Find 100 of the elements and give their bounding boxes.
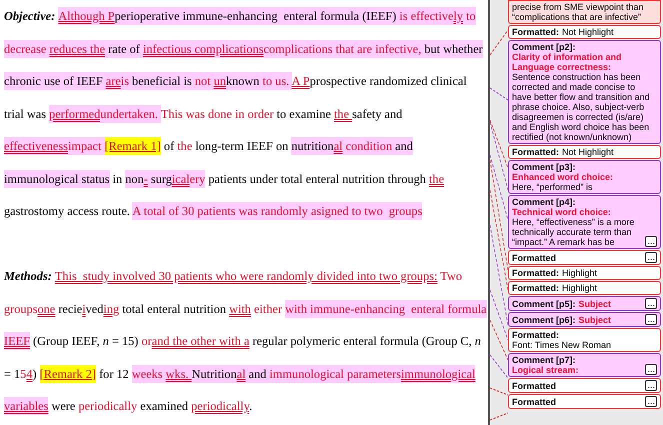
revised-text: 5	[20, 366, 26, 382]
inserted-text: the	[334, 106, 350, 122]
comment-title: Enhanced word choice:	[512, 172, 614, 182]
inserted-text: and the other with	[152, 333, 242, 350]
comment-title: Logical stream:	[512, 365, 579, 375]
body-text: gastrostomy access route.	[4, 203, 132, 220]
body-text: examined	[139, 398, 190, 415]
body-text: (Group IEEF, n = 15)	[32, 333, 140, 350]
balloon-label: Comment [p3]:	[512, 162, 576, 172]
balloon-label: Formatted:	[512, 283, 559, 293]
revised-text: groups	[4, 300, 38, 318]
inserted-text: A P	[292, 73, 310, 90]
inserted-text: performed	[49, 104, 100, 122]
inserted-text: one	[37, 300, 56, 318]
format-detail: Not Highlight	[562, 27, 614, 37]
comment-text: Sentence construction has been corrected and made concise to have better flow and transition and phrase choice. Also, subject-verb disagreemen is corrected (is/are) and English word choice has been rectified (not known/unknown)	[512, 72, 651, 142]
revised-text: to	[463, 7, 476, 25]
balloon-label: Formatted:	[512, 330, 559, 340]
inserted-text: with	[229, 300, 251, 318]
inserted-text: al	[236, 364, 246, 382]
balloon-label: Formatted:	[512, 147, 559, 157]
revised-text: or	[141, 333, 152, 350]
body-text: of	[162, 138, 176, 155]
inserted-text: a	[244, 333, 250, 350]
balloon-label: Comment [p2]:	[512, 42, 576, 52]
body-text: )	[32, 366, 38, 382]
inserted-text: ing	[103, 300, 120, 318]
body-text: ved	[86, 300, 104, 318]
inserted-text: 4	[26, 366, 32, 382]
more-button[interactable]: ...	[645, 252, 657, 263]
revised-text: This was done in order	[160, 106, 274, 122]
revised-text: immunological parameters	[270, 364, 401, 382]
section-label: Objective:	[4, 8, 56, 25]
revised-text: either	[253, 300, 284, 318]
more-button[interactable]: ...	[645, 314, 657, 325]
body-text: regular polymeric enteral formula (Group C, n	[251, 333, 481, 350]
format-detail: Highlight	[562, 268, 598, 278]
balloon-label: Comment [p5]:	[512, 299, 576, 309]
comment-title: Technical word choice:	[512, 207, 611, 217]
body-text: safety and	[352, 106, 402, 122]
inserted-text: al	[334, 137, 343, 155]
balloon-label: Formatted	[512, 397, 556, 407]
revised-text: impact	[68, 137, 105, 155]
body-text: beneficial is	[128, 72, 195, 90]
revised-text: complications that are infective,	[264, 40, 422, 58]
balloon-label: Comment [p7]:	[512, 355, 576, 365]
revised-text: weeks	[132, 364, 166, 382]
revised-text: undertaken.	[100, 104, 161, 122]
balloon-label: Comment [p6]:	[512, 315, 576, 325]
body-text: immunological status	[4, 170, 110, 188]
inserted-text: wks.	[166, 364, 192, 382]
section-label: Methods:	[4, 268, 53, 285]
inserted-text: Although P	[58, 7, 115, 25]
body-text: total enteral nutrition	[121, 300, 228, 318]
body-text: and	[246, 364, 270, 382]
inserted-text: i	[82, 300, 86, 318]
balloon-label: Formatted	[512, 381, 556, 391]
revised-text: to us.	[259, 72, 292, 90]
comment-text: Here, “performed” is	[512, 182, 594, 192]
body-text: non	[125, 170, 144, 188]
inserted-text: infectious complications	[142, 40, 264, 58]
inserted-text: variables	[4, 397, 48, 415]
inserted-text: ly	[453, 7, 464, 25]
body-text: chronic use of IEEF	[4, 72, 106, 90]
body-text: prospective randomized clinical	[310, 73, 467, 90]
inserted-text: the	[429, 170, 444, 188]
inserted-text: periodically	[191, 398, 250, 415]
comment-title: Clarity of information and Language correctness:	[512, 52, 623, 72]
body-text: patients under total enteral nutrition through	[207, 170, 427, 188]
format-detail: Highlight	[562, 283, 598, 293]
balloon-label: Comment [p4]:	[512, 197, 576, 207]
inserted-text: are	[106, 72, 121, 90]
body-text: = 1	[4, 366, 20, 382]
body-text: in	[112, 170, 124, 188]
format-detail: Not Highlight	[562, 147, 614, 157]
more-button[interactable]: ...	[645, 396, 657, 407]
body-text: long-term IEEF on	[194, 138, 290, 155]
body-text: .	[249, 398, 252, 415]
body-text: Nutrition	[192, 364, 237, 382]
balloon-label: Formatted	[512, 253, 556, 263]
remark-marker: [Remark 1]	[104, 137, 161, 155]
revised-text: is effective	[399, 7, 454, 25]
body-text: surg	[148, 170, 172, 188]
body-text: for 12	[98, 366, 130, 382]
body-text: and	[392, 137, 413, 155]
inserted-text: IEEF	[4, 332, 30, 350]
comment-text: precise from SME viewpoint than “complications that are infective”	[512, 2, 645, 22]
more-button[interactable]: ...	[645, 236, 657, 247]
remark-marker: [Remark 2]	[40, 364, 96, 382]
inserted-text: This study involved 30 patients who were randomly divided into two groups:	[54, 268, 438, 285]
comment-text: Here, “effectiveness” is a more technically accurate term than “impact.” A remark has be	[512, 217, 636, 247]
revised-text: periodically	[78, 398, 138, 415]
more-button[interactable]: ...	[645, 380, 657, 391]
revised-text: Two	[439, 268, 462, 285]
body-text: nutrition	[291, 137, 334, 155]
more-button[interactable]: ...	[645, 298, 657, 309]
inserted-text: immunological	[400, 364, 476, 382]
comment-title: Subject	[578, 315, 612, 325]
revised-text: with immune-enhancing enteral formula	[285, 300, 487, 318]
more-button[interactable]: ...	[645, 364, 657, 375]
